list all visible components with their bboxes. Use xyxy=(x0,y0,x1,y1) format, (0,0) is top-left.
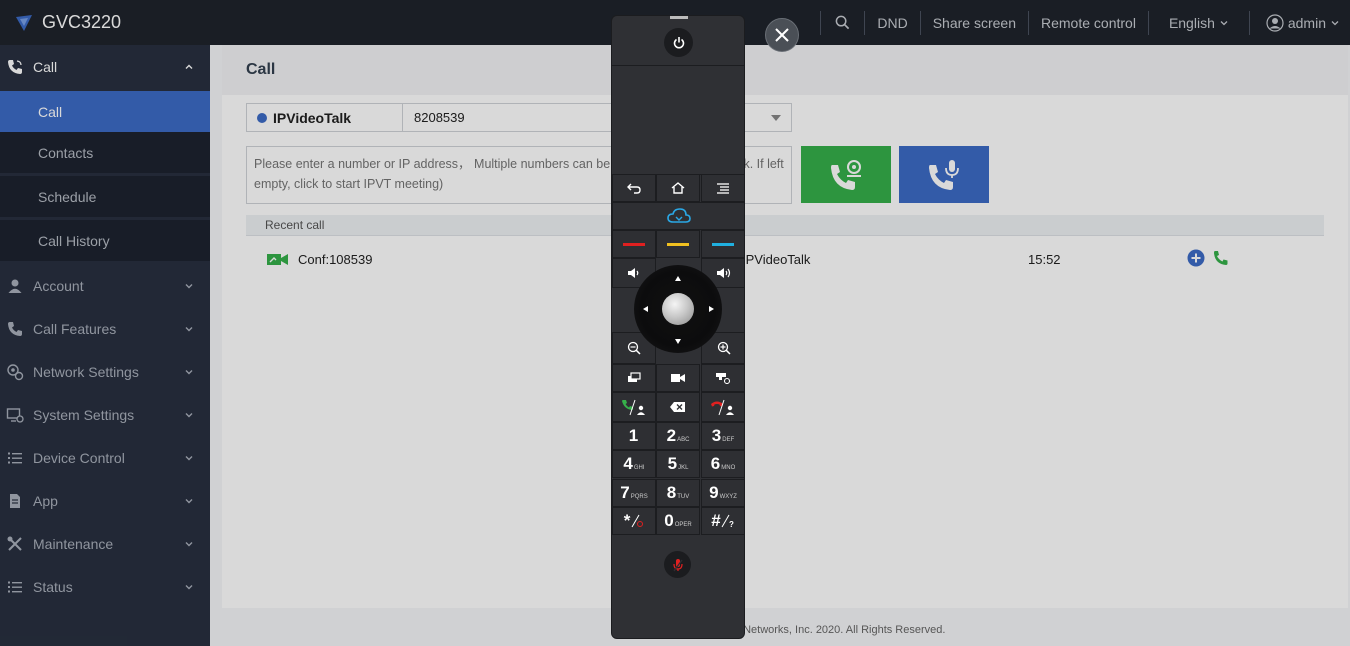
key-3[interactable]: 3 DEF xyxy=(701,422,744,450)
dpad-left-button[interactable] xyxy=(638,302,652,316)
svg-text:?: ? xyxy=(729,520,734,528)
key-digit: 8 xyxy=(666,483,677,502)
key-digit: 3 xyxy=(711,426,722,445)
back-icon xyxy=(627,183,641,194)
yellow-function-button[interactable] xyxy=(656,230,700,258)
key-digit: 6 xyxy=(710,454,721,473)
close-icon xyxy=(775,28,789,42)
key-letters: DEF xyxy=(722,437,735,443)
key-label: 0 OPER xyxy=(664,511,691,531)
key-1[interactable]: 1 xyxy=(612,422,656,450)
power-icon xyxy=(673,36,684,48)
remote-display-area xyxy=(612,65,744,175)
dpad-down-button[interactable] xyxy=(671,334,685,348)
key-letters: MNO xyxy=(721,465,736,471)
key-digit: 5 xyxy=(667,454,678,473)
backspace-icon xyxy=(670,402,685,412)
key-7[interactable]: 7 PQRS xyxy=(612,479,656,507)
key-digit: 7 xyxy=(620,483,630,502)
delete-button[interactable] xyxy=(656,392,700,422)
mute-mic-button[interactable] xyxy=(664,551,691,578)
key-digit: # xyxy=(711,511,721,530)
key-9[interactable]: 9 WXYZ xyxy=(701,479,744,507)
yellow-bar xyxy=(667,242,689,246)
key-label: 7 PQRS xyxy=(620,483,647,503)
blue-function-button[interactable] xyxy=(701,230,744,258)
camera-button[interactable] xyxy=(656,364,700,392)
key-letters: JKL xyxy=(678,465,689,471)
answer-contact-icon xyxy=(622,399,645,416)
key-letters: PQRS xyxy=(630,494,648,500)
key-letters: ABC xyxy=(677,437,690,443)
arrow-right-icon xyxy=(708,306,714,312)
key-6[interactable]: 6 MNO xyxy=(701,450,744,478)
end-call-button[interactable] xyxy=(701,392,744,422)
menu-icon xyxy=(717,183,729,194)
mute-slash-icon xyxy=(631,514,644,528)
remote-control-panel: 1 2 ABC 3 DEF 4 GHI 5 JKL 6 MNO 7 PQRS 8 TUV 9W… xyxy=(611,15,745,639)
key-label: 9 WXYZ xyxy=(709,483,737,503)
volume-down-icon xyxy=(628,268,639,278)
key-8[interactable]: 8 TUV xyxy=(656,479,700,507)
hangup-contact-icon xyxy=(711,399,734,416)
key-digit: * xyxy=(623,511,631,530)
close-button[interactable] xyxy=(765,18,799,52)
answer-call-button[interactable] xyxy=(612,392,656,422)
blue-bar xyxy=(712,242,734,246)
key-label: 8 TUV xyxy=(667,483,689,503)
volume-up-icon xyxy=(716,268,730,278)
red-bar xyxy=(623,242,645,246)
key-label: # xyxy=(711,511,720,531)
menu-button[interactable] xyxy=(701,174,744,202)
home-button[interactable] xyxy=(656,174,700,202)
red-function-button[interactable] xyxy=(612,230,656,258)
dpad-up-button[interactable] xyxy=(671,271,685,285)
presentation-icon xyxy=(628,372,641,382)
key-5[interactable]: 5 JKL xyxy=(656,450,700,478)
key-digit: 4 xyxy=(623,454,633,473)
key-0[interactable]: 0 OPER xyxy=(656,507,700,535)
key-label: * xyxy=(624,511,631,531)
key-letters: WXYZ xyxy=(719,494,737,500)
key-label: 6 MNO xyxy=(711,454,735,474)
presentation-button[interactable] xyxy=(612,364,656,392)
help-slash-icon: ? xyxy=(721,514,734,528)
cloud-icon xyxy=(667,208,691,223)
arrow-down-icon xyxy=(675,338,681,344)
zoom-out-icon xyxy=(627,341,641,355)
arrow-left-icon xyxy=(642,306,648,312)
dpad-right-button[interactable] xyxy=(704,302,718,316)
key-4[interactable]: 4 GHI xyxy=(612,450,656,478)
drag-handle[interactable] xyxy=(670,16,688,19)
key-digit: 0 xyxy=(664,511,674,530)
ipvt-cloud-button[interactable] xyxy=(612,202,744,230)
key-label: 3 DEF xyxy=(712,426,734,446)
key-letters: OPER xyxy=(674,522,692,528)
navigation-dpad xyxy=(634,265,722,353)
camera-settings-icon xyxy=(716,373,731,384)
key-letters: GHI xyxy=(633,465,645,471)
key-letters: TUV xyxy=(677,494,690,500)
key-digit: 2 xyxy=(666,426,677,445)
key-hash[interactable]: # ? xyxy=(701,507,744,535)
power-button[interactable] xyxy=(664,28,693,57)
key-digit: 1 xyxy=(628,426,639,445)
key-star[interactable]: * xyxy=(612,507,656,535)
arrow-up-icon xyxy=(675,275,681,281)
key-label: 1 xyxy=(629,426,639,446)
microphone-mute-icon xyxy=(672,558,683,571)
key-label: 5 JKL xyxy=(668,454,689,474)
key-label: 4 GHI xyxy=(623,454,644,474)
key-digit: 9 xyxy=(709,483,719,502)
camera-preset-button[interactable] xyxy=(701,364,744,392)
video-camera-icon xyxy=(671,374,685,382)
key-label: 2 ABC xyxy=(667,426,690,446)
home-icon xyxy=(671,182,685,194)
zoom-in-icon xyxy=(717,341,731,355)
back-button[interactable] xyxy=(612,174,656,202)
key-2[interactable]: 2 ABC xyxy=(656,422,700,450)
dpad-ok-button[interactable] xyxy=(662,293,694,325)
